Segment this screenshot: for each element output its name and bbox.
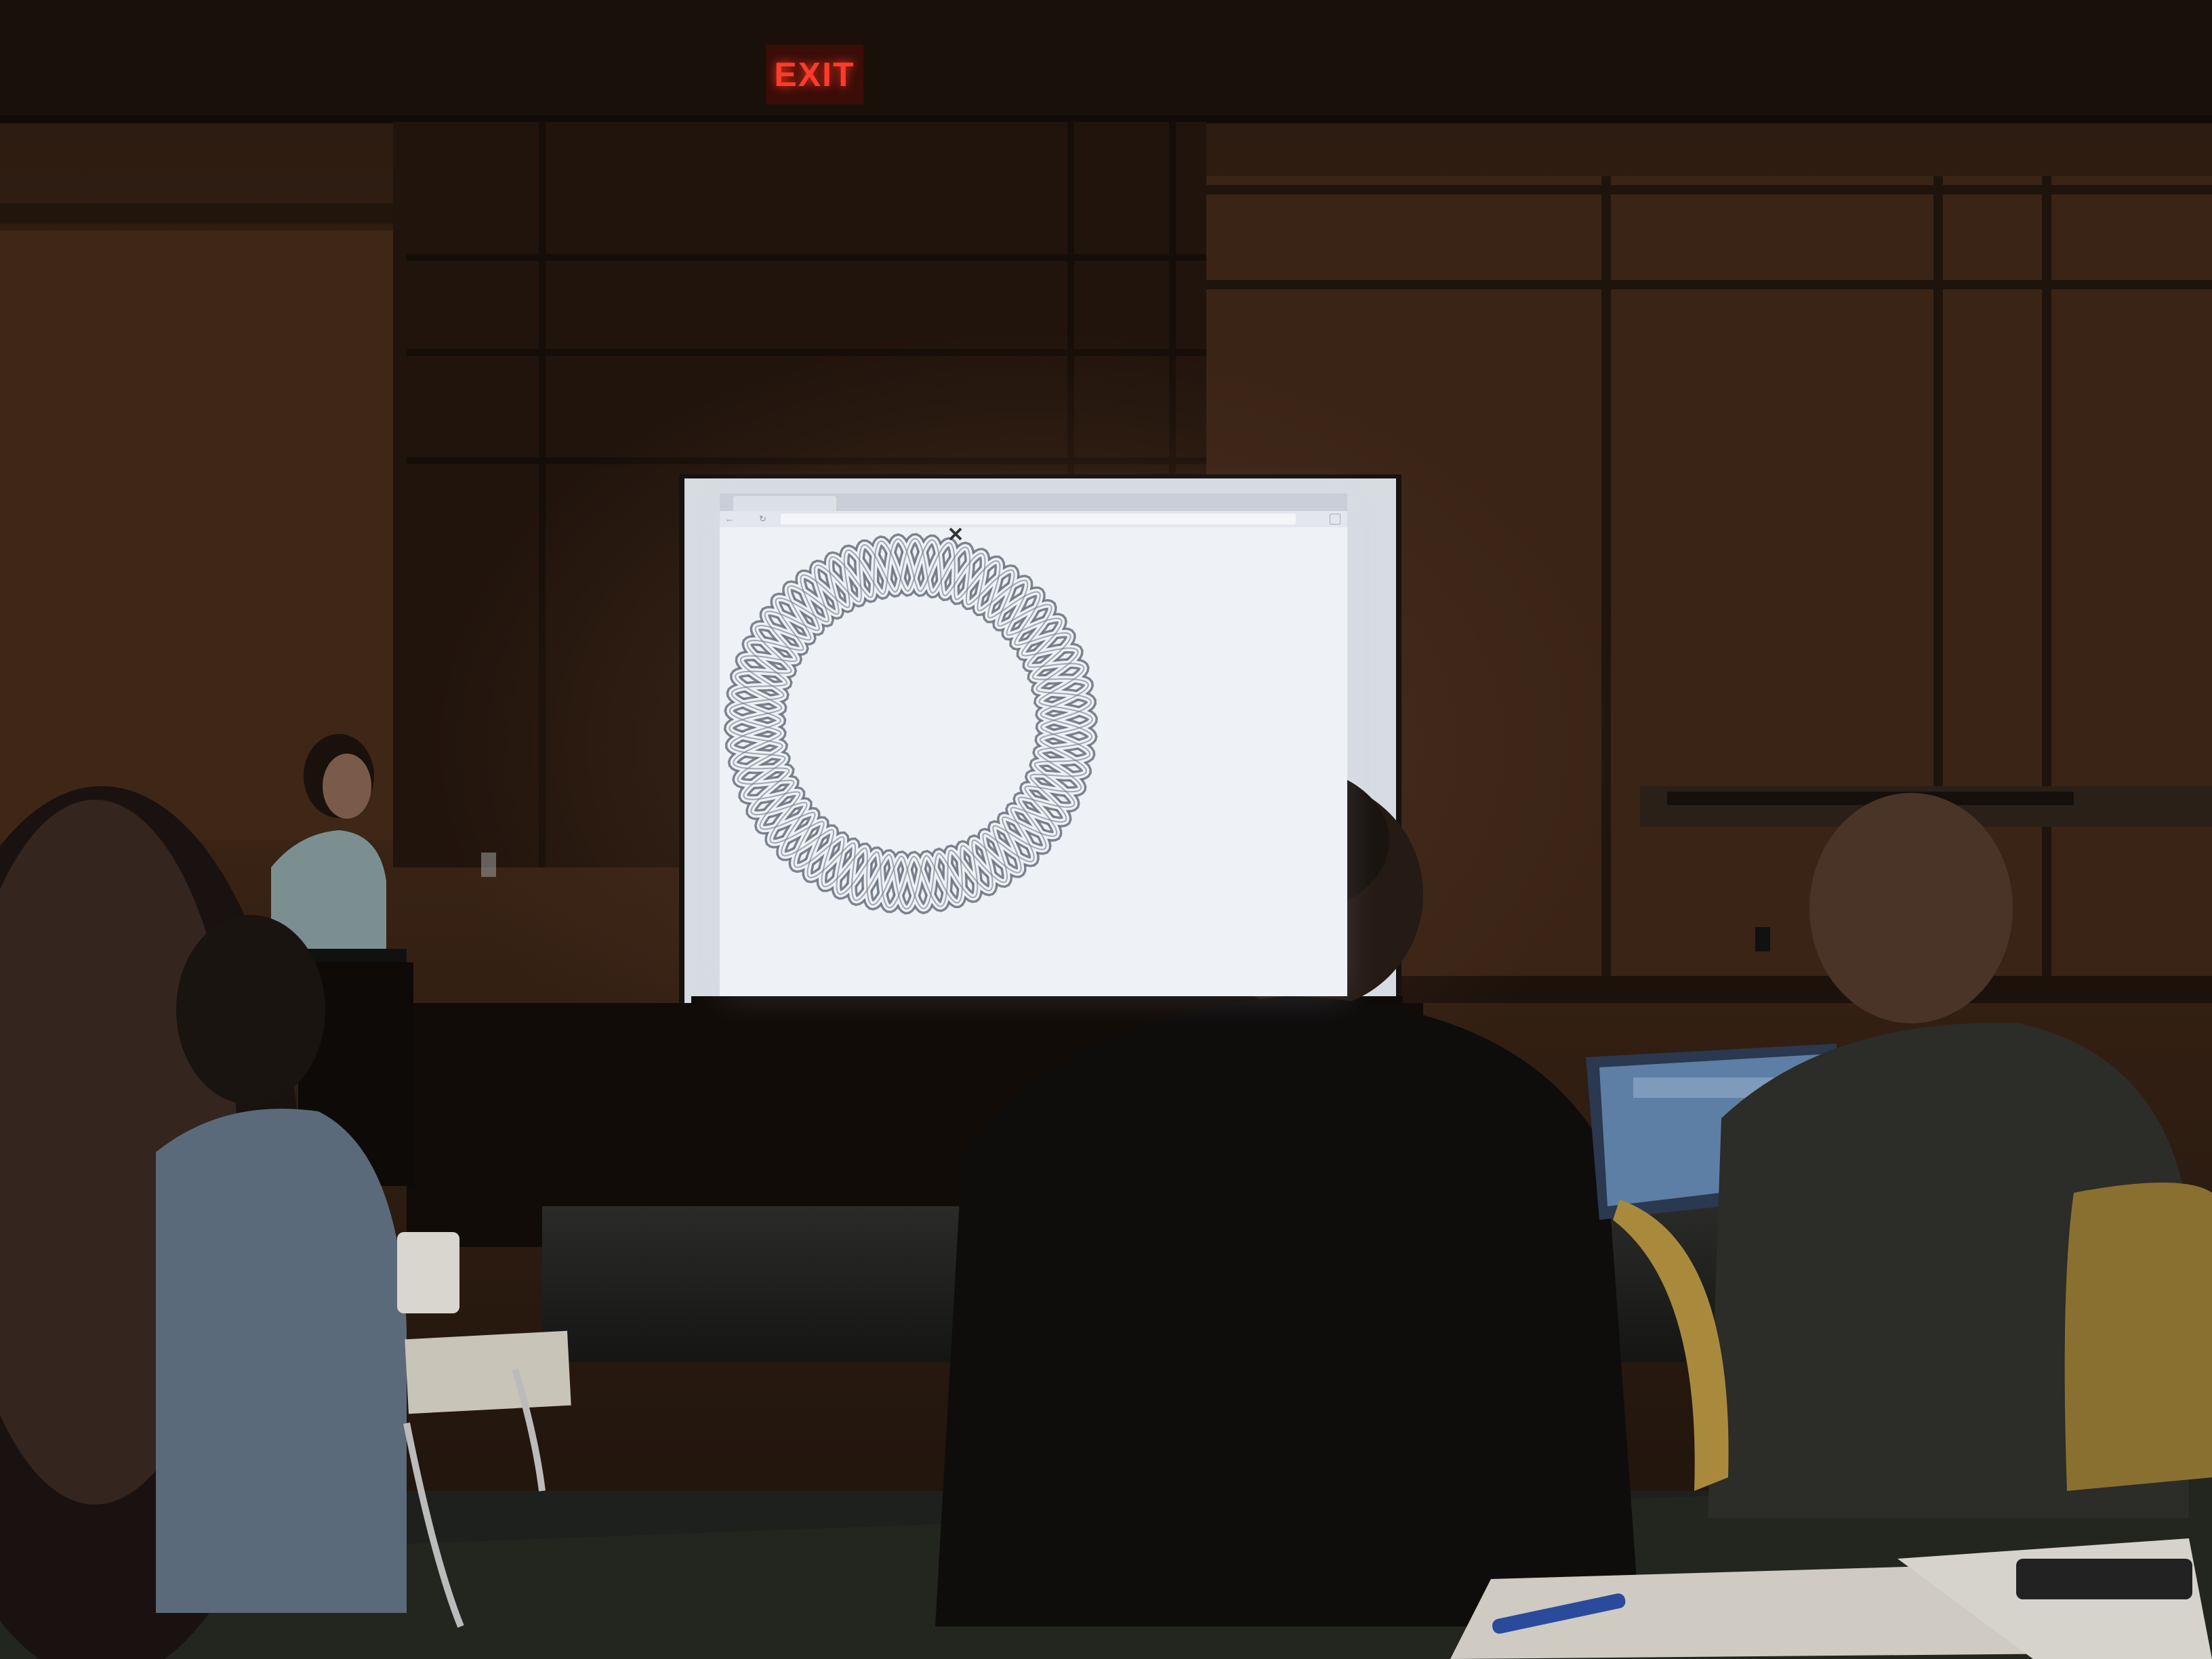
projected-browser-window: ← ↻ [720,493,1347,996]
menu-icon [1330,514,1340,525]
browser-tab [733,496,836,511]
exit-sign: EXIT [774,56,855,94]
back-arrow-icon: ← [725,514,734,524]
reload-icon: ↻ [759,514,766,524]
paper [405,1330,571,1414]
ceiling [0,0,2212,122]
browser-page [720,527,1347,996]
cursor-x-icon [949,527,962,541]
browser-toolbar: ← ↻ [720,511,1347,528]
browser-tab-bar [720,493,1347,511]
address-bar [781,514,1296,525]
phone [2016,1559,2192,1599]
coffee-mug [397,1232,459,1313]
celtic-knot-ring [723,527,1099,915]
conference-room-scene: EXIT ← ↻ [0,0,2212,1659]
